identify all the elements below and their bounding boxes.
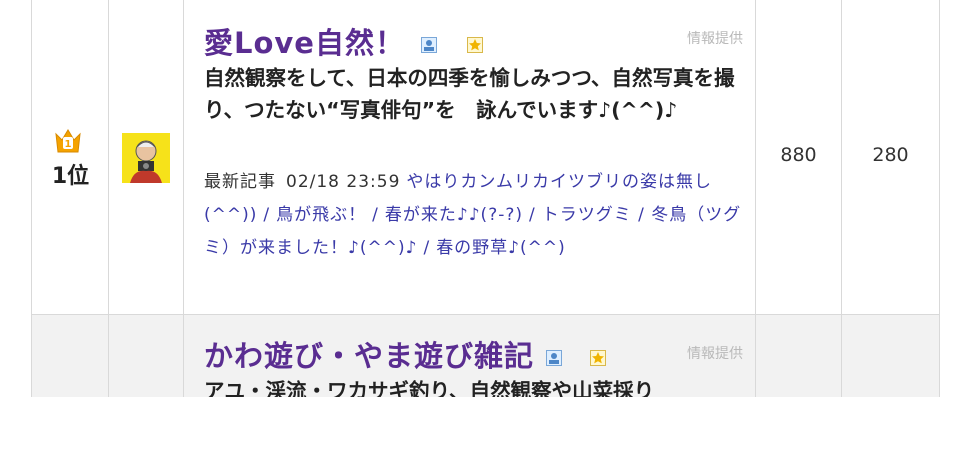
profile-card-icon[interactable]	[546, 350, 563, 366]
rank-cell: 1 1位	[31, 0, 108, 315]
svg-text:1: 1	[65, 139, 72, 150]
out-points-cell	[841, 315, 940, 397]
crown-icon: 1	[55, 129, 81, 153]
out-points-value: 280	[872, 144, 909, 166]
blog-description: アユ・渓流・ワカサギ釣り、自然観察や山菜採り	[204, 379, 655, 397]
info-provided-label[interactable]: 情報提供	[687, 343, 743, 363]
rank-label: 1位	[51, 164, 90, 189]
blog-info-cell: 愛Love自然！ 情報提供 自然観察をして、日本の四季を愉しみつつ、自然写真を撮…	[183, 0, 755, 315]
blog-title-row: かわ遊び・やま遊び雑記	[204, 333, 607, 375]
rank-cell	[31, 315, 108, 397]
star-badge-icon[interactable]	[466, 37, 483, 53]
article-separator: /	[372, 205, 379, 225]
in-points-value: 880	[780, 144, 817, 166]
article-separator: /	[423, 238, 431, 258]
in-points-cell	[755, 315, 841, 397]
star-badge-icon[interactable]	[590, 350, 607, 366]
latest-article-date: 02/18 23:59	[286, 172, 401, 192]
blog-title-link[interactable]: かわ遊び・やま遊び雑記	[204, 339, 534, 373]
latest-articles-label: 最新記事	[204, 172, 276, 192]
article-link[interactable]: 春の野草♪(^^)	[436, 238, 566, 258]
info-provided-label[interactable]: 情報提供	[687, 28, 743, 48]
blog-avatar-image[interactable]	[122, 133, 170, 183]
blog-description: 自然観察をして、日本の四季を愉しみつつ、自然写真を撮り、つたない“写真俳句”を …	[204, 66, 735, 122]
out-points-cell: 280	[841, 0, 940, 315]
blog-info-cell: かわ遊び・やま遊び雑記 情報提供 アユ・渓流・ワカサギ釣り、自然観察や山菜採り	[183, 315, 755, 397]
ranking-row: かわ遊び・やま遊び雑記 情報提供 アユ・渓流・ワカサギ釣り、自然観察や山菜採り	[31, 315, 940, 397]
blog-title-row: 愛Love自然！	[204, 20, 483, 62]
article-separator: /	[263, 205, 271, 225]
blog-icon-cell	[108, 0, 183, 315]
article-separator: /	[529, 205, 536, 225]
profile-card-icon[interactable]	[420, 37, 437, 53]
ranking-row: 1 1位 愛Love自然！ 情報提供 自然観察をして、日本の四季を愉しみつつ、自…	[31, 0, 940, 315]
latest-articles: 最新記事 02/18 23:59 やはりカンムリカイツブリの姿は無し(^^)) / 鳥が…	[204, 166, 749, 265]
article-link[interactable]: 春が来た♪♪(?-?)	[385, 205, 523, 225]
blog-icon-cell	[108, 315, 183, 397]
article-link[interactable]: 鳥が飛ぶ！	[276, 205, 366, 225]
blog-title-link[interactable]: 愛Love自然！	[204, 26, 405, 60]
in-points-cell: 880	[755, 0, 841, 315]
ranking-table: 1 1位 愛Love自然！ 情報提供 自然観察をして、日本の四季を愉しみつつ、自…	[31, 0, 940, 397]
